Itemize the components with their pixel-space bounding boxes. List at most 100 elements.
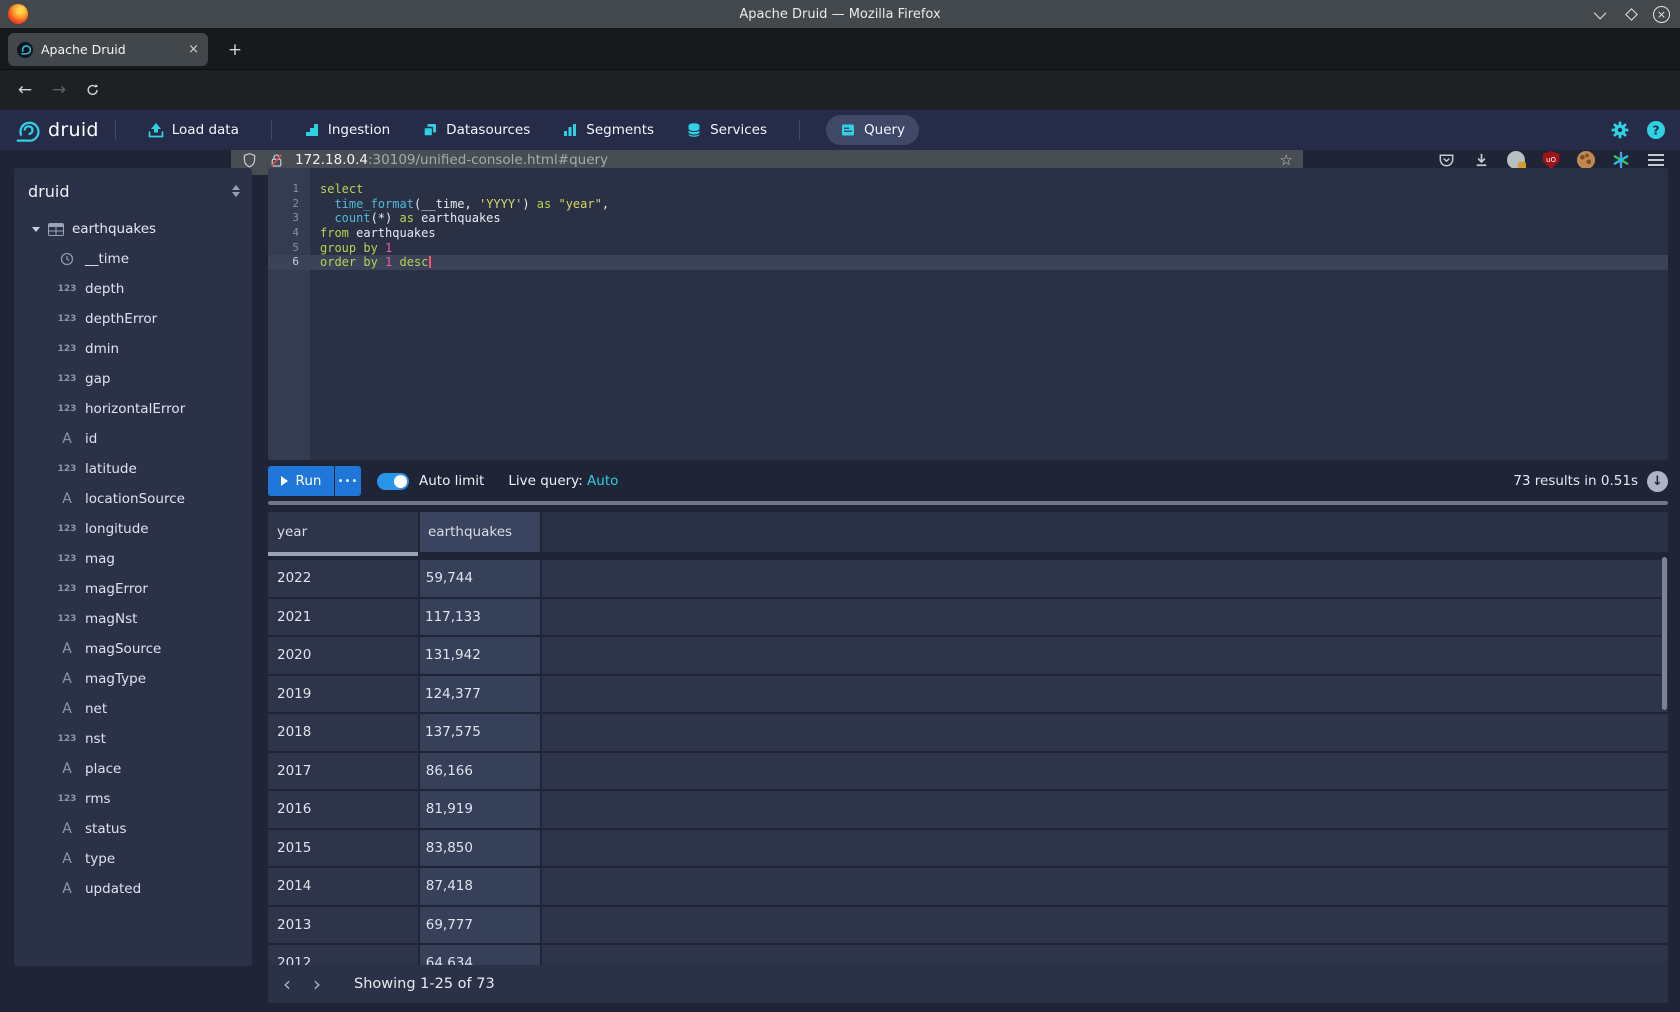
schema-column-item[interactable]: 123nst bbox=[14, 724, 252, 754]
schema-column-item[interactable]: Aupdated bbox=[14, 874, 252, 904]
schema-column-item[interactable]: AlocationSource bbox=[14, 484, 252, 514]
results-scrollbar[interactable] bbox=[1662, 557, 1667, 710]
column-header-earthquakes[interactable]: earthquakes bbox=[420, 512, 540, 552]
chevron-down-icon[interactable] bbox=[32, 227, 40, 232]
more-options-button[interactable]: ••• bbox=[335, 466, 361, 496]
extension-ublock-icon[interactable]: uO bbox=[1541, 150, 1561, 170]
auto-limit-toggle[interactable] bbox=[377, 473, 409, 490]
nav-item-label: Ingestion bbox=[328, 122, 390, 138]
url-text[interactable]: 172.18.0.4:30109/unified-console.html#qu… bbox=[295, 152, 608, 168]
schema-column-item[interactable]: 123magNst bbox=[14, 604, 252, 634]
code-line[interactable]: order by 1 desc bbox=[310, 255, 1668, 270]
cell-earthquakes[interactable]: 124,377 bbox=[420, 676, 540, 713]
previous-page-button[interactable]: ‹ bbox=[272, 969, 302, 999]
schema-column-item[interactable]: 123longitude bbox=[14, 514, 252, 544]
insecure-lock-icon[interactable] bbox=[268, 152, 285, 169]
new-tab-button[interactable]: + bbox=[222, 37, 248, 63]
extension-asterisk-icon[interactable] bbox=[1611, 150, 1631, 170]
cell-year[interactable]: 2016 bbox=[268, 791, 418, 828]
forward-button[interactable]: → bbox=[46, 78, 72, 102]
schema-column-item[interactable]: 123depthError bbox=[14, 304, 252, 334]
schema-column-item[interactable]: Aid bbox=[14, 424, 252, 454]
cell-earthquakes[interactable]: 137,575 bbox=[420, 714, 540, 751]
cell-year[interactable]: 2014 bbox=[268, 868, 418, 905]
double-caret-icon[interactable] bbox=[232, 185, 240, 197]
cell-year[interactable]: 2021 bbox=[268, 599, 418, 636]
pane-splitter[interactable] bbox=[268, 501, 1668, 505]
schema-column-item[interactable]: 123depth bbox=[14, 274, 252, 304]
code-line[interactable]: select bbox=[310, 182, 1668, 197]
cell-earthquakes[interactable]: 59,744 bbox=[420, 560, 540, 597]
cell-year[interactable]: 2020 bbox=[268, 637, 418, 674]
schema-column-item[interactable]: Astatus bbox=[14, 814, 252, 844]
column-header-year[interactable]: year bbox=[268, 512, 418, 552]
cell-earthquakes[interactable]: 117,133 bbox=[420, 599, 540, 636]
table-tree-item[interactable]: earthquakes bbox=[14, 214, 252, 244]
cell-earthquakes[interactable]: 64,634 bbox=[420, 945, 540, 965]
download-results-icon[interactable]: ↓ bbox=[1647, 471, 1668, 492]
cell-year[interactable]: 2019 bbox=[268, 676, 418, 713]
schema-column-item[interactable]: 123rms bbox=[14, 784, 252, 814]
schema-column-item[interactable]: Anet bbox=[14, 694, 252, 724]
minimize-button[interactable] bbox=[1593, 6, 1610, 23]
cell-year[interactable]: 2017 bbox=[268, 753, 418, 790]
live-query-control[interactable]: Live query: Auto bbox=[508, 473, 618, 489]
schema-column-item[interactable]: AmagSource bbox=[14, 634, 252, 664]
cell-earthquakes[interactable]: 87,418 bbox=[420, 868, 540, 905]
schema-column-item[interactable]: 123horizontalError bbox=[14, 394, 252, 424]
browser-tab[interactable]: Apache Druid × bbox=[8, 33, 208, 66]
tab-close-icon[interactable]: × bbox=[188, 42, 199, 57]
schema-selector[interactable]: druid bbox=[14, 168, 252, 214]
nav-item-services[interactable]: Services bbox=[686, 122, 767, 138]
run-button[interactable]: Run bbox=[268, 466, 334, 496]
browser-toolbar: ← → 172.18.0.4:30109/unified-console.htm… bbox=[0, 70, 1680, 110]
code-line[interactable]: count(*) as earthquakes bbox=[310, 211, 1668, 226]
back-button[interactable]: ← bbox=[12, 78, 38, 102]
sql-editor[interactable]: 123456 select time_format(__time, 'YYYY'… bbox=[268, 168, 1668, 460]
nav-item-datasources[interactable]: Datasources bbox=[422, 122, 530, 138]
close-button[interactable]: × bbox=[1653, 6, 1670, 23]
extension-privacy-icon[interactable] bbox=[1506, 150, 1526, 170]
schema-column-item[interactable]: __time bbox=[14, 244, 252, 274]
schema-column-item[interactable]: 123mag bbox=[14, 544, 252, 574]
cell-year[interactable]: 2018 bbox=[268, 714, 418, 751]
shield-icon[interactable] bbox=[241, 152, 258, 169]
cell-year[interactable]: 2012 bbox=[268, 945, 418, 965]
nav-item-load-data[interactable]: Load data bbox=[148, 122, 239, 138]
schema-column-item[interactable]: Atype bbox=[14, 844, 252, 874]
maximize-button[interactable] bbox=[1623, 6, 1640, 23]
cell-year[interactable]: 2015 bbox=[268, 830, 418, 867]
schema-column-item[interactable]: 123gap bbox=[14, 364, 252, 394]
cell-year[interactable]: 2013 bbox=[268, 907, 418, 944]
code-line[interactable]: time_format(__time, 'YYYY') as "year", bbox=[310, 197, 1668, 212]
next-page-button[interactable]: › bbox=[302, 969, 332, 999]
cell-year[interactable]: 2022 bbox=[268, 560, 418, 597]
cell-earthquakes[interactable]: 86,166 bbox=[420, 753, 540, 790]
nav-item-ingestion[interactable]: Ingestion bbox=[304, 122, 390, 138]
schema-column-item[interactable]: 123dmin bbox=[14, 334, 252, 364]
nav-item-query[interactable]: Query bbox=[826, 115, 919, 145]
menu-button[interactable] bbox=[1646, 150, 1666, 170]
code-line[interactable]: from earthquakes bbox=[310, 226, 1668, 241]
downloads-icon[interactable] bbox=[1471, 150, 1491, 170]
cell-earthquakes[interactable]: 131,942 bbox=[420, 637, 540, 674]
cell-earthquakes[interactable]: 81,919 bbox=[420, 791, 540, 828]
reload-button[interactable] bbox=[80, 78, 106, 102]
cell-earthquakes[interactable]: 83,850 bbox=[420, 830, 540, 867]
code-line[interactable]: group by 1 bbox=[310, 241, 1668, 256]
cell-earthquakes[interactable]: 69,777 bbox=[420, 907, 540, 944]
pocket-icon[interactable] bbox=[1436, 150, 1456, 170]
live-query-value[interactable]: Auto bbox=[587, 473, 618, 489]
schema-column-item[interactable]: AmagType bbox=[14, 664, 252, 694]
extension-cookie-icon[interactable] bbox=[1576, 150, 1596, 170]
table-name: earthquakes bbox=[72, 221, 156, 237]
help-icon[interactable]: ? bbox=[1646, 120, 1666, 140]
schema-column-item[interactable]: 123latitude bbox=[14, 454, 252, 484]
live-query-label: Live query: bbox=[508, 473, 582, 489]
bookmark-star-icon[interactable]: ☆ bbox=[1280, 151, 1293, 169]
nav-item-segments[interactable]: Segments bbox=[562, 122, 654, 138]
druid-brand[interactable]: druid bbox=[14, 117, 99, 144]
schema-column-item[interactable]: 123magError bbox=[14, 574, 252, 604]
schema-column-item[interactable]: Aplace bbox=[14, 754, 252, 784]
gear-icon[interactable] bbox=[1610, 120, 1630, 140]
